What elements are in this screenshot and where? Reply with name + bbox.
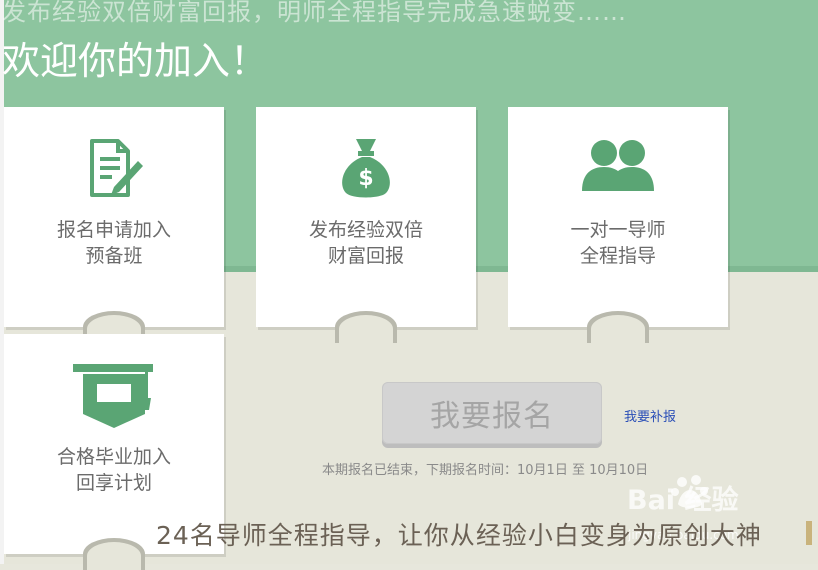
- step-card-mentor: 一对一导师 全程指导: [508, 107, 728, 343]
- step-label-line1: 一对一导师: [570, 219, 666, 241]
- step-label-line2: 全程指导: [579, 245, 656, 267]
- money-bag-icon: $: [336, 135, 396, 205]
- tagline: 24名导师全程指导，让你从经验小白变身为原创大神: [156, 521, 762, 550]
- mentor-pair-icon: [580, 137, 656, 197]
- card-notch: [335, 311, 397, 343]
- application-form-icon: [84, 135, 144, 205]
- graduation-cap-icon: [69, 362, 159, 432]
- signup-period-text: 本期报名已结束，下期报名时间：10月1日 至 10月10日: [322, 463, 649, 478]
- baidu-watermark: Bai 经验: [627, 485, 739, 516]
- step-card-apply: 报名申请加入 预备班: [4, 107, 224, 343]
- step-label-line1: 发布经验双倍: [308, 219, 423, 241]
- welcome-title: 欢迎你的加入！: [2, 39, 269, 83]
- card-notch: [83, 538, 145, 570]
- step-card-publish: $ 发布经验双倍 财富回报: [256, 107, 476, 343]
- svg-text:$: $: [358, 166, 373, 191]
- signup-button[interactable]: 我要报名: [382, 382, 602, 444]
- tagline-edge-marker: [806, 521, 812, 545]
- headline: 发布经验双倍财富回报，明师全程指导完成急速蜕变……: [2, 0, 627, 26]
- card-notch: [587, 311, 649, 343]
- makeup-signup-link[interactable]: 我要补报: [624, 406, 676, 425]
- step-label-line1: 报名申请加入: [56, 219, 171, 241]
- step-label-line2: 回享计划: [75, 472, 152, 494]
- step-label-line2: 财富回报: [327, 245, 404, 267]
- step-label-line2: 预备班: [85, 245, 143, 267]
- step-label-line1: 合格毕业加入: [56, 446, 171, 468]
